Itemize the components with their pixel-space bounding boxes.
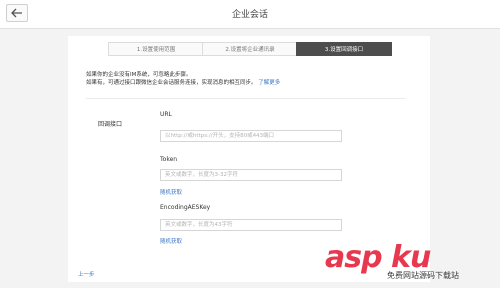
step-indicator: 1.设置使用范围 2.设置将企业通讯录 3.设置回调接口 [108, 42, 392, 56]
previous-step-link[interactable]: 上一步 [78, 270, 95, 278]
divider [86, 98, 406, 99]
page-title: 企业会话 [231, 10, 268, 20]
watermark-subtitle: 免费网站源码下载站 [387, 271, 459, 280]
token-label: Token [160, 156, 178, 163]
note-line-2: 如果有，可通过接口跟微信企业会话服务连接，实现消息的相互同步。 了解更多 [86, 79, 416, 87]
aes-key-label: EncodingAESKey [160, 204, 211, 211]
step-3-active[interactable]: 3.设置回调接口 [296, 42, 392, 56]
token-random-link[interactable]: 随机获取 [160, 188, 182, 196]
token-input[interactable] [160, 169, 342, 181]
aes-key-input[interactable] [160, 219, 342, 231]
callback-section-label: 回调接口 [98, 121, 123, 128]
url-label: URL [160, 111, 172, 118]
step-2[interactable]: 2.设置将企业通讯录 [202, 42, 298, 56]
note-line-2-text: 如果有，可通过接口跟微信企业会话服务连接，实现消息的相互同步。 [86, 80, 257, 86]
top-bar: 企业会话 [0, 0, 500, 29]
watermark-logo: asp ku 免费网站源码下载站 [325, 240, 495, 286]
aes-random-link[interactable]: 随机获取 [160, 237, 182, 245]
step-1[interactable]: 1.设置使用范围 [108, 42, 204, 56]
note-line-1: 如果你的企业没有IM系统，可忽略此步骤。 [86, 72, 192, 78]
learn-more-link[interactable]: 了解更多 [258, 80, 280, 86]
url-input[interactable] [160, 130, 342, 142]
info-notes: 如果你的企业没有IM系统，可忽略此步骤。 如果有，可通过接口跟微信企业会话服务连… [86, 71, 416, 87]
